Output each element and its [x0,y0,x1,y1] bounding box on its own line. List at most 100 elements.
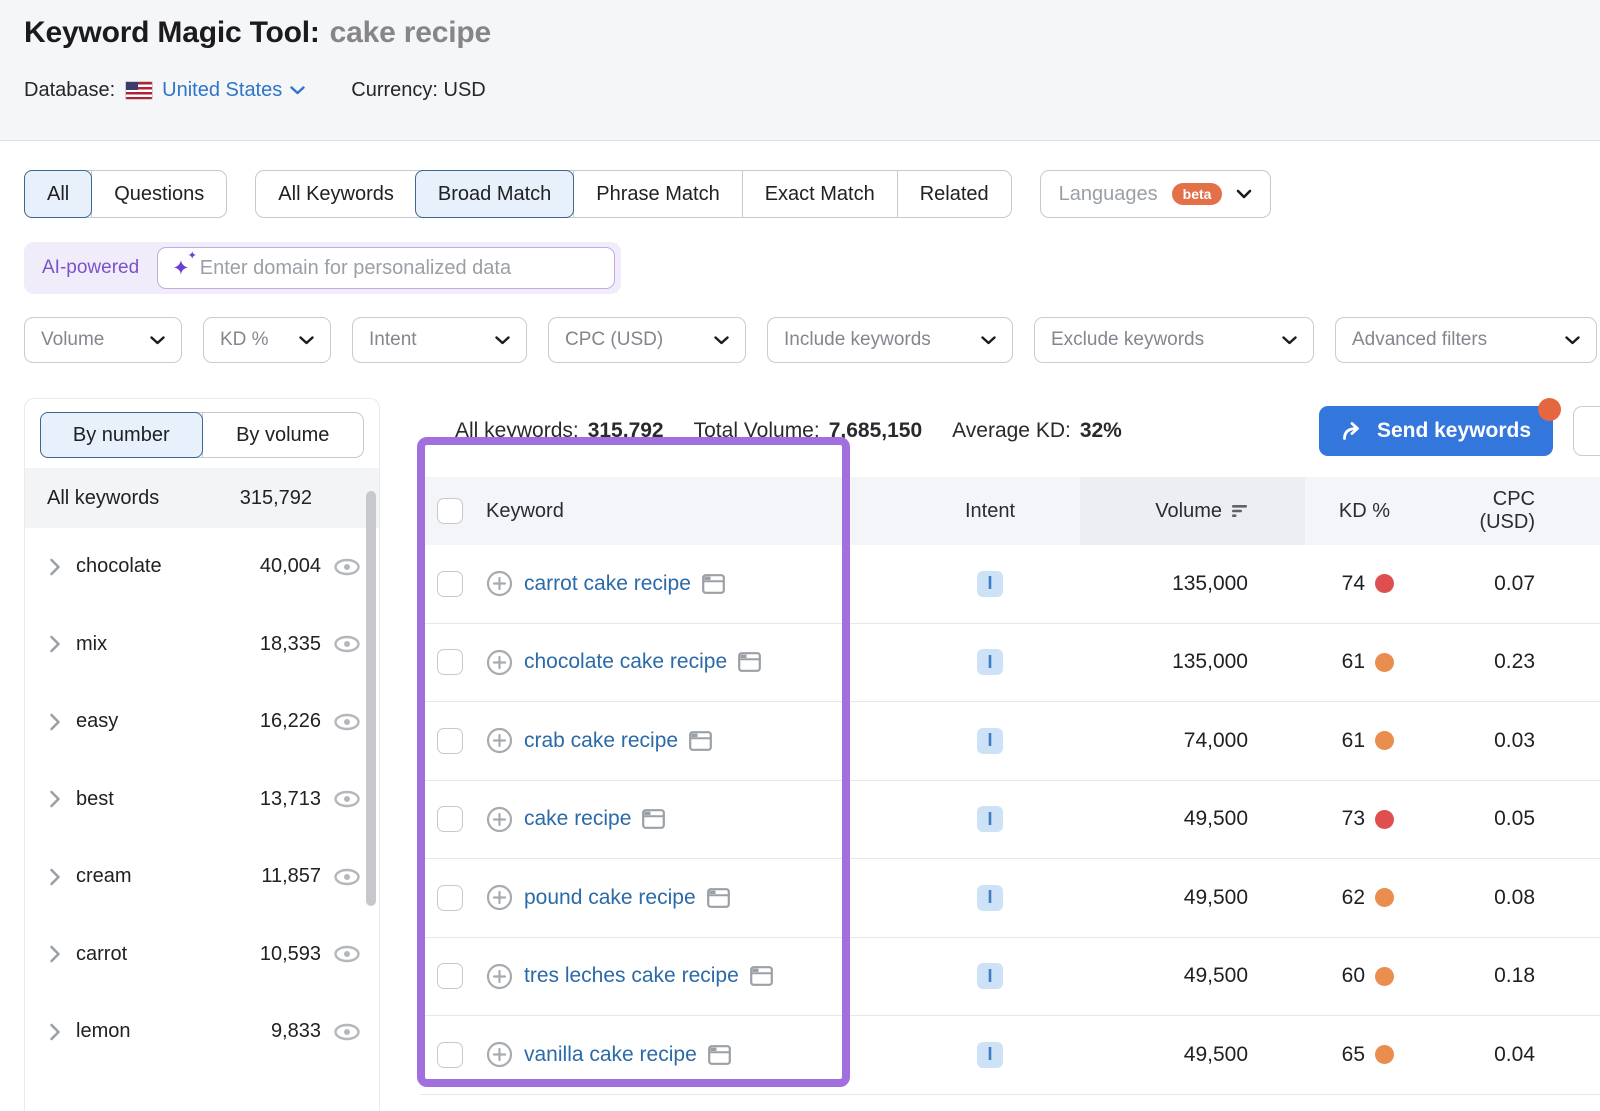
row-checkbox[interactable] [437,571,463,597]
tab-question-type[interactable]: Questions [91,171,226,217]
sidebar-item-all-keywords[interactable]: All keywords 315,792 [25,468,379,528]
domain-input[interactable] [198,256,600,281]
chevron-down-icon [1565,336,1580,345]
serp-features-icon[interactable] [689,731,712,751]
sidebar-group-item[interactable]: easy 16,226 [25,683,379,761]
row-checkbox[interactable] [437,963,463,989]
table-row[interactable]: crab cake recipe I 74,000 61 0.03 [420,702,1600,781]
chevron-right-icon[interactable] [49,712,61,732]
intent-badge[interactable]: I [977,885,1003,911]
kd-value: 74 [1342,572,1365,596]
sidebar-group-item[interactable]: chocolate 40,004 [25,528,379,606]
sort-toggle-option[interactable]: By number [40,412,203,458]
serp-features-icon[interactable] [738,652,761,672]
tab-match-type[interactable]: Phrase Match [573,171,741,217]
add-keyword-icon[interactable] [486,806,513,833]
filter-dropdown[interactable]: CPC (USD) [548,317,746,363]
table-row[interactable]: carrot cake recipe I 135,000 74 0.07 [420,545,1600,624]
keyword-link[interactable]: crab cake recipe [524,729,678,753]
filter-dropdown[interactable]: Advanced filters [1335,317,1597,363]
intent-badge[interactable]: I [977,1042,1003,1068]
currency-value: USD [444,79,486,101]
kd-difficulty-dot [1375,888,1394,907]
send-keywords-button[interactable]: Send keywords [1319,406,1553,456]
chevron-down-icon [495,336,510,345]
chevron-right-icon[interactable] [49,557,61,577]
match-type-tabs: All Questions All Keywords Broad Match P… [24,170,1271,218]
eye-icon[interactable] [323,712,371,732]
serp-features-icon[interactable] [702,574,725,594]
chevron-down-icon [290,86,305,95]
intent-badge[interactable]: I [977,963,1003,989]
tab-question-type[interactable]: All [24,170,92,218]
chevron-right-icon[interactable] [49,1022,61,1042]
row-checkbox[interactable] [437,649,463,675]
add-keyword-icon[interactable] [486,1041,513,1068]
row-checkbox[interactable] [437,728,463,754]
add-keyword-icon[interactable] [486,727,513,754]
keyword-link[interactable]: tres leches cake recipe [524,964,739,988]
serp-features-icon[interactable] [708,1045,731,1065]
select-all-checkbox[interactable] [437,498,463,524]
table-row[interactable]: cake recipe I 49,500 73 0.05 [420,781,1600,860]
tab-match-type[interactable]: Exact Match [742,171,897,217]
row-checkbox[interactable] [437,806,463,832]
eye-icon[interactable] [323,557,371,577]
intent-badge[interactable]: I [977,571,1003,597]
keyword-link[interactable]: chocolate cake recipe [524,650,727,674]
filter-dropdown[interactable]: KD % [203,317,331,363]
table-row[interactable]: pound cake recipe I 49,500 62 0.08 [420,859,1600,938]
languages-dropdown[interactable]: Languages beta [1040,170,1272,218]
keyword-link[interactable]: cake recipe [524,807,631,831]
filter-dropdown[interactable]: Intent [352,317,527,363]
add-keyword-icon[interactable] [486,884,513,911]
database-selector[interactable]: United States [162,79,305,102]
intent-badge[interactable]: I [977,728,1003,754]
eye-icon[interactable] [323,867,371,887]
column-header-kd[interactable]: KD % [1305,500,1450,523]
filter-dropdown[interactable]: Exclude keywords [1034,317,1314,363]
sort-toggle-option[interactable]: By volume [202,413,364,457]
intent-badge[interactable]: I [977,649,1003,675]
eye-icon[interactable] [323,944,371,964]
chevron-right-icon[interactable] [49,634,61,654]
keyword-link[interactable]: vanilla cake recipe [524,1043,697,1067]
chevron-right-icon[interactable] [49,789,61,809]
column-header-intent[interactable]: Intent [900,500,1080,523]
column-header-volume[interactable]: Volume [1080,477,1305,545]
chevron-right-icon[interactable] [49,944,61,964]
overflow-button-partial[interactable] [1573,406,1600,456]
sidebar-group-item[interactable]: best 13,713 [25,761,379,839]
intent-badge[interactable]: I [977,806,1003,832]
add-keyword-icon[interactable] [486,649,513,676]
sidebar-scrollbar[interactable] [366,491,376,906]
table-row[interactable]: chocolate cake recipe I 135,000 61 0.23 [420,624,1600,703]
eye-icon[interactable] [323,634,371,654]
sidebar-group-item[interactable]: cream 11,857 [25,838,379,916]
table-row[interactable]: vanilla cake recipe I 49,500 65 0.04 [420,1016,1600,1095]
sidebar-group-item[interactable]: carrot 10,593 [25,916,379,994]
table-row[interactable]: tres leches cake recipe I 49,500 60 0.18 [420,938,1600,1017]
eye-icon[interactable] [323,789,371,809]
tab-match-type[interactable]: All Keywords [256,171,416,217]
tab-match-type[interactable]: Related [897,171,1011,217]
column-header-keyword[interactable]: Keyword [480,500,900,523]
group-label: chocolate [76,555,162,578]
serp-features-icon[interactable] [707,888,730,908]
filter-dropdown[interactable]: Volume [24,317,182,363]
add-keyword-icon[interactable] [486,963,513,990]
sidebar-group-item[interactable]: mix 18,335 [25,606,379,684]
keyword-link[interactable]: carrot cake recipe [524,572,691,596]
sidebar-group-item[interactable]: lemon 9,833 [25,993,379,1071]
add-keyword-icon[interactable] [486,570,513,597]
filter-dropdown[interactable]: Include keywords [767,317,1013,363]
eye-icon[interactable] [323,1022,371,1042]
row-checkbox[interactable] [437,1042,463,1068]
serp-features-icon[interactable] [642,809,665,829]
tab-match-type[interactable]: Broad Match [415,170,574,218]
row-checkbox[interactable] [437,885,463,911]
column-header-cpc[interactable]: CPC (USD) [1450,488,1600,534]
serp-features-icon[interactable] [750,966,773,986]
chevron-right-icon[interactable] [49,867,61,887]
keyword-link[interactable]: pound cake recipe [524,886,696,910]
